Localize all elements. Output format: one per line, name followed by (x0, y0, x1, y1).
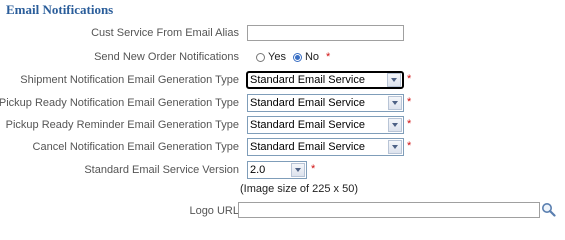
chevron-down-icon[interactable] (291, 163, 305, 177)
cancel-type-select[interactable]: Standard Email Service (247, 138, 404, 156)
radio-no-label: No (304, 51, 320, 63)
service-version-select[interactable]: 2.0 (247, 161, 307, 179)
required-marker: * (407, 73, 412, 85)
logo-url-label: Logo URL (189, 205, 239, 217)
pickup-reminder-type-select[interactable]: Standard Email Service (247, 116, 404, 134)
image-size-hint: (Image size of 225 x 50) (240, 183, 359, 195)
radio-yes-label: Yes (268, 51, 286, 63)
required-marker: * (311, 163, 316, 175)
chevron-down-icon[interactable] (388, 140, 402, 154)
radio-yes[interactable] (256, 52, 265, 62)
logo-url-input[interactable] (238, 202, 540, 218)
pickup-ready-type-value: Standard Email Service (250, 97, 365, 109)
cust-service-alias-input[interactable] (247, 25, 404, 41)
service-version-label: Standard Email Service Version (84, 164, 239, 176)
required-marker: * (407, 140, 412, 152)
cancel-type-label: Cancel Notification Email Generation Typ… (32, 141, 239, 153)
service-version-value: 2.0 (250, 164, 266, 176)
shipment-type-label: Shipment Notification Email Generation T… (20, 74, 239, 86)
search-icon[interactable] (541, 202, 556, 217)
send-new-order-label: Send New Order Notifications (94, 51, 239, 63)
cancel-type-value: Standard Email Service (250, 141, 365, 153)
required-marker: * (407, 118, 412, 130)
pickup-reminder-type-label: Pickup Ready Reminder Email Generation T… (5, 119, 239, 131)
chevron-down-icon[interactable] (387, 73, 401, 87)
chevron-down-icon[interactable] (388, 118, 402, 132)
required-marker: * (407, 96, 412, 108)
chevron-down-icon[interactable] (388, 96, 402, 110)
required-marker: * (326, 51, 331, 63)
shipment-type-select[interactable]: Standard Email Service (246, 71, 404, 89)
shipment-type-value: Standard Email Service (250, 74, 365, 86)
send-new-order-radio-group: Yes No * (256, 51, 330, 63)
pickup-ready-type-select[interactable]: Standard Email Service (247, 94, 404, 112)
section-title: Email Notifications (6, 2, 114, 17)
pickup-reminder-type-value: Standard Email Service (250, 119, 365, 131)
cust-service-alias-label: Cust Service From Email Alias (91, 27, 239, 39)
pickup-ready-type-label: Pickup Ready Notification Email Generati… (0, 97, 239, 109)
radio-no[interactable] (292, 52, 302, 62)
